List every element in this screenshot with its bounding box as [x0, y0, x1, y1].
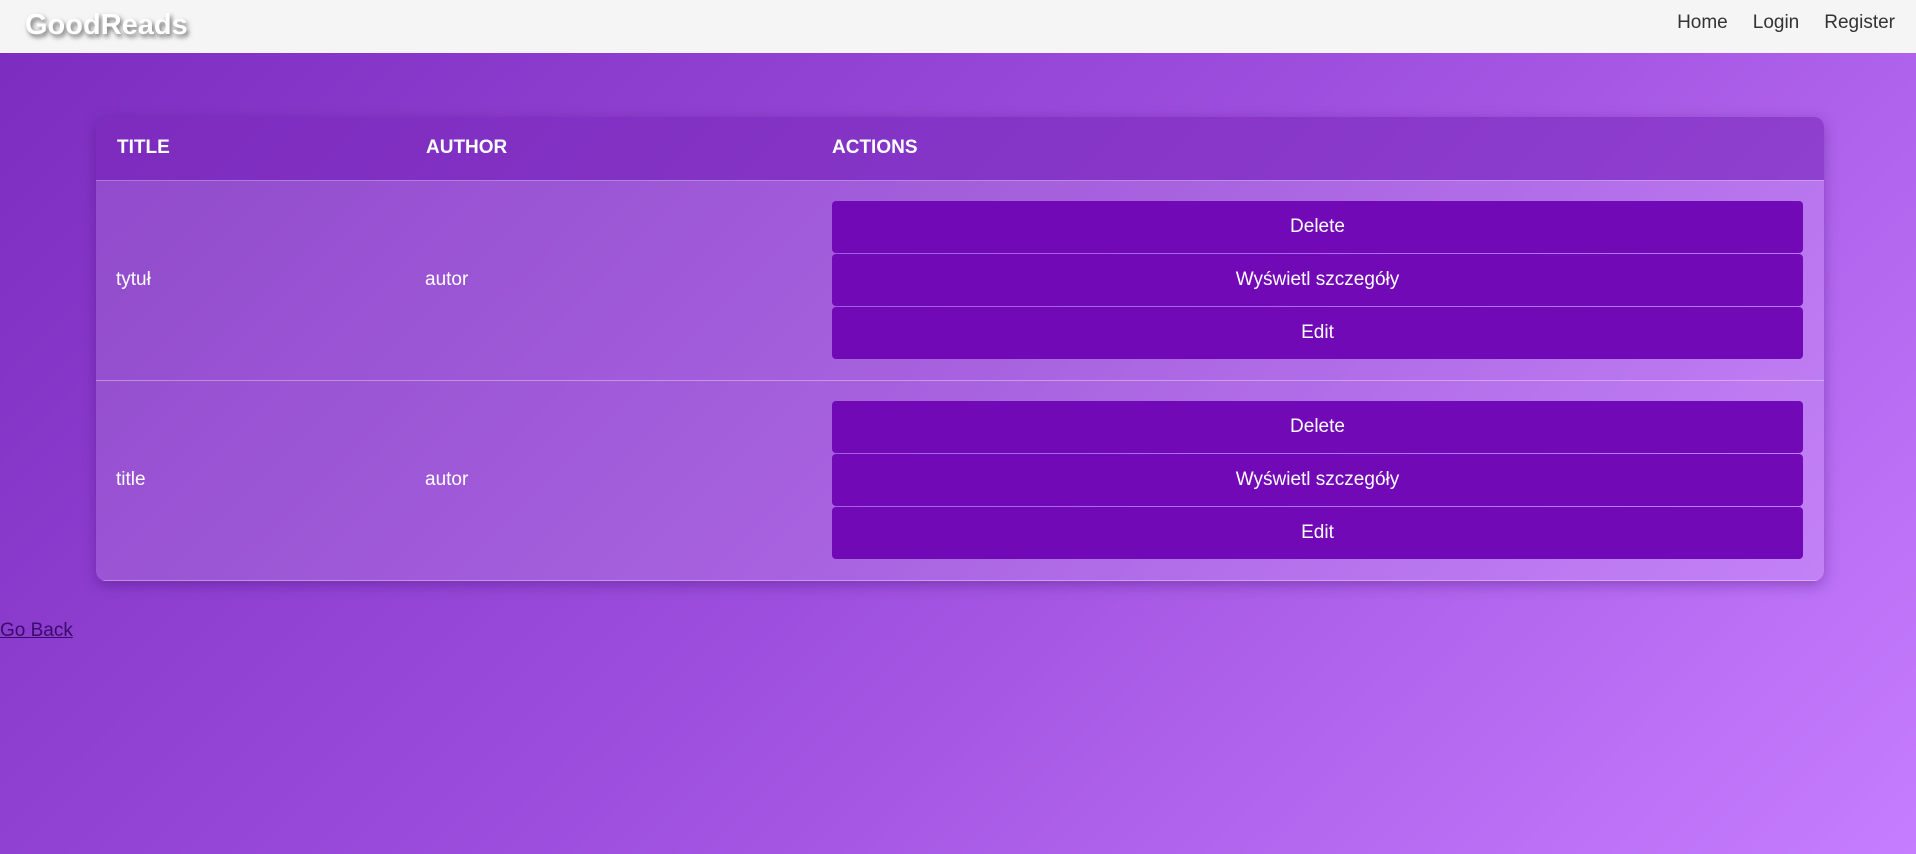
table-row: title autor Delete Wyświetl szczegóły Ed…: [96, 380, 1824, 580]
delete-button[interactable]: Delete: [832, 401, 1803, 453]
edit-button[interactable]: Edit: [832, 507, 1803, 559]
details-button[interactable]: Wyświetl szczegóły: [832, 254, 1803, 306]
edit-button[interactable]: Edit: [832, 307, 1803, 359]
details-button[interactable]: Wyświetl szczegóły: [832, 454, 1803, 506]
nav-link-register[interactable]: Register: [1824, 12, 1895, 34]
site-logo[interactable]: GoodReads: [25, 8, 188, 42]
books-table: TITLE AUTHOR ACTIONS tytuł autor Delete …: [96, 117, 1824, 581]
header-title: TITLE: [96, 117, 405, 181]
header-actions: ACTIONS: [811, 117, 1824, 181]
table-header-row: TITLE AUTHOR ACTIONS: [96, 117, 1824, 181]
go-back-link[interactable]: Go Back: [0, 620, 73, 642]
actions-cell: Delete Wyświetl szczegóły Edit: [811, 380, 1824, 580]
actions-cell: Delete Wyświetl szczegóły Edit: [811, 180, 1824, 380]
book-title-cell: title: [116, 469, 146, 490]
header-author: AUTHOR: [405, 117, 811, 181]
book-author-cell: autor: [425, 469, 469, 490]
book-author-cell: autor: [425, 269, 469, 290]
nav-links: Home Login Register: [1652, 0, 1895, 46]
books-table-card: TITLE AUTHOR ACTIONS tytuł autor Delete …: [96, 117, 1824, 581]
navbar: GoodReads Home Login Register: [0, 0, 1916, 53]
book-title-cell: tytuł: [116, 269, 151, 290]
nav-link-home[interactable]: Home: [1677, 12, 1728, 34]
table-row: tytuł autor Delete Wyświetl szczegóły Ed…: [96, 180, 1824, 380]
nav-link-login[interactable]: Login: [1753, 12, 1800, 34]
delete-button[interactable]: Delete: [832, 201, 1803, 253]
